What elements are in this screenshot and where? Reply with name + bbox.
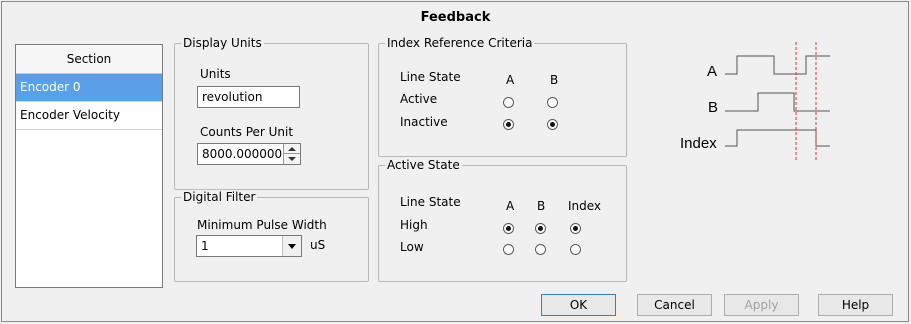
help-button[interactable]: Help [818,294,893,316]
counts-per-unit-label: Counts Per Unit [200,125,294,139]
spin-up-icon[interactable] [288,147,296,151]
min-pulse-width-value: 1 [201,239,209,253]
active-state-b-low-radio[interactable] [535,244,546,255]
counts-spinner[interactable] [283,144,300,164]
display-units-group: Display Units [174,36,369,190]
active-state-row-high: High [400,218,428,232]
counts-per-unit-input[interactable]: 8000.000000 [197,143,301,165]
section-item-encoder-velocity[interactable]: Encoder Velocity [16,102,162,130]
index-ref-b-inactive-radio[interactable] [547,119,558,130]
index-ref-a-active-radio[interactable] [503,97,514,108]
index-ref-col-a: A [506,73,515,87]
min-pulse-width-select[interactable]: 1 [196,235,302,257]
spin-divider [284,153,300,154]
index-ref-a-inactive-radio[interactable] [503,119,514,130]
index-ref-line-state-label: Line State [400,70,461,84]
index-ref-legend: Index Reference Criteria [387,36,533,50]
active-state-row-low: Low [400,240,424,254]
waveform-index [725,129,830,147]
min-pulse-width-label: Minimum Pulse Width [197,218,327,232]
units-label: Units [200,67,231,81]
active-state-col-index: Index [568,199,602,213]
counts-per-unit-value: 8000.000000 [202,147,283,161]
index-ref-row-active: Active [400,92,438,106]
digital-filter-legend: Digital Filter [183,190,256,204]
index-ref-row-inactive: Inactive [400,115,448,129]
cancel-button[interactable]: Cancel [637,294,712,316]
active-state-index-high-radio[interactable] [570,223,581,234]
waveform-a [725,55,830,75]
active-state-a-low-radio[interactable] [503,244,514,255]
display-units-legend: Display Units [183,36,262,50]
section-list-header: Section [16,45,162,74]
apply-button[interactable]: Apply [724,294,799,316]
timing-waveforms [725,42,830,160]
active-state-line-state-label: Line State [400,195,461,209]
ok-button[interactable]: OK [541,294,616,316]
active-state-index-low-radio[interactable] [570,244,581,255]
index-ref-col-b: B [550,73,559,87]
active-state-a-high-radio[interactable] [503,223,514,234]
min-pulse-unit: uS [310,238,326,252]
active-state-col-b: B [537,199,546,213]
active-state-b-high-radio[interactable] [535,223,546,234]
chevron-down-icon [288,244,296,249]
index-ref-b-active-radio[interactable] [547,97,558,108]
dropdown-button[interactable] [282,236,301,256]
section-list: Section Encoder 0 Encoder Velocity [15,44,163,288]
dialog-title: Feedback [420,10,491,25]
active-state-col-a: A [506,199,515,213]
active-state-legend: Active State [387,158,460,172]
units-input[interactable]: revolution [197,86,300,108]
waveform-b [725,92,830,112]
spin-down-icon[interactable] [288,157,296,161]
section-item-encoder-0[interactable]: Encoder 0 [16,74,162,102]
